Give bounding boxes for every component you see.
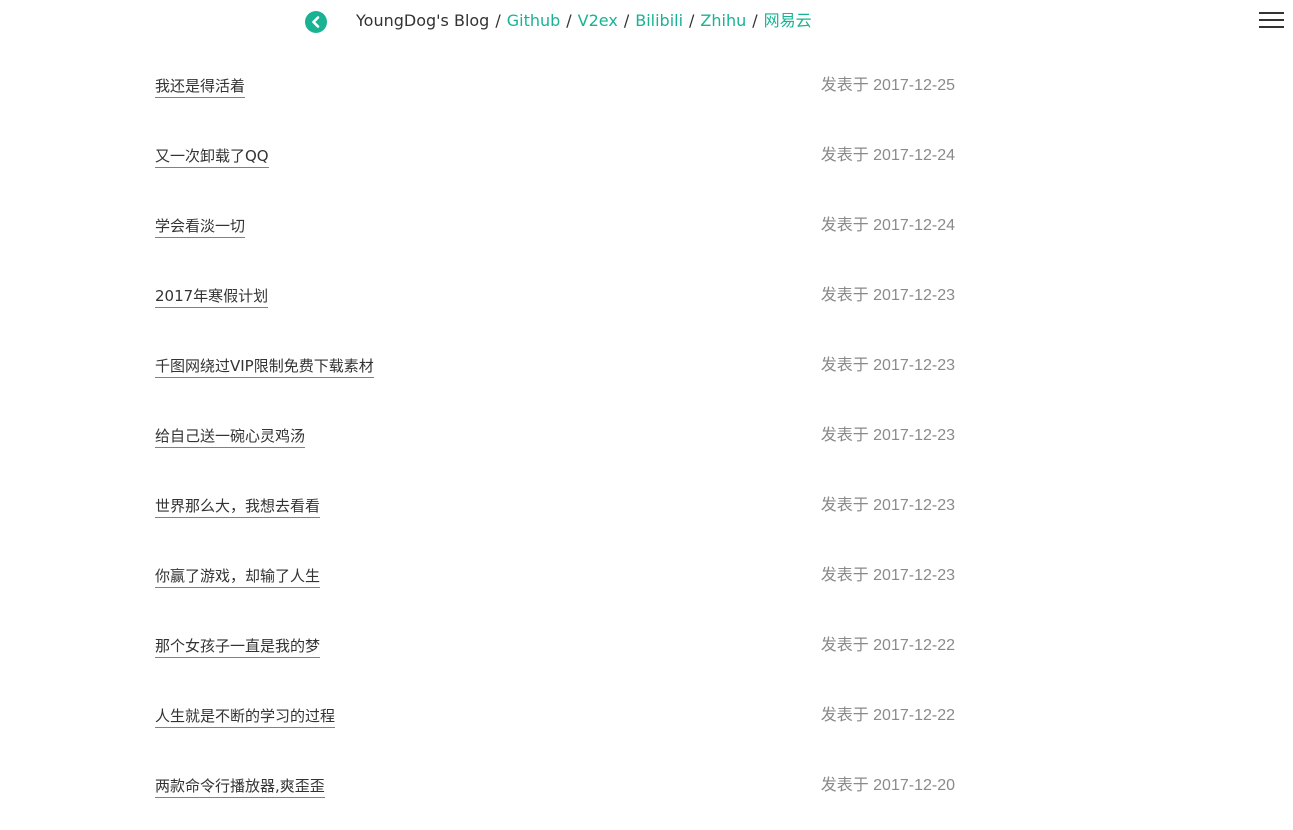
post-date: 发表于 2017-12-23 xyxy=(820,497,955,514)
post-list-item: 人生就是不断的学习的过程 发表于 2017-12-22 xyxy=(155,690,955,760)
breadcrumb: YoungDog's Blog / Github / V2ex / Bilibi… xyxy=(356,11,812,31)
post-list-item: 千图网绕过VIP限制免费下载素材 发表于 2017-12-23 xyxy=(155,340,955,410)
post-list-item: 那个女孩子一直是我的梦 发表于 2017-12-22 xyxy=(155,620,955,690)
post-title-link[interactable]: 我还是得活着 xyxy=(155,75,246,98)
post-title-link[interactable]: 那个女孩子一直是我的梦 xyxy=(155,635,321,658)
post-date: 发表于 2017-12-24 xyxy=(820,147,955,164)
menu-bar xyxy=(1259,12,1284,14)
post-list-item: 2017年寒假计划 发表于 2017-12-23 xyxy=(155,270,955,340)
post-title-link[interactable]: 你赢了游戏，却输了人生 xyxy=(155,565,321,588)
back-icon[interactable] xyxy=(305,11,327,33)
top-navigation: YoungDog's Blog / Github / V2ex / Bilibi… xyxy=(0,0,1293,44)
post-list-item: 你赢了游戏，却输了人生 发表于 2017-12-23 xyxy=(155,550,955,620)
post-title-link[interactable]: 两款命令行播放器,爽歪歪 xyxy=(155,775,325,798)
post-title-link[interactable]: 世界那么大，我想去看看 xyxy=(155,495,321,518)
menu-bar xyxy=(1259,26,1284,28)
post-title-link[interactable]: 学会看淡一切 xyxy=(155,215,246,238)
post-date: 发表于 2017-12-22 xyxy=(820,637,955,654)
post-list-item: 学会看淡一切 发表于 2017-12-24 xyxy=(155,200,955,270)
breadcrumb-separator: / xyxy=(566,11,572,30)
post-list-item: 我还是得活着 发表于 2017-12-25 xyxy=(155,60,955,130)
post-title-link[interactable]: 人生就是不断的学习的过程 xyxy=(155,705,336,728)
post-date: 发表于 2017-12-23 xyxy=(820,427,955,444)
breadcrumb-separator: / xyxy=(623,11,630,30)
hamburger-menu-icon[interactable] xyxy=(1259,12,1284,29)
post-date: 发表于 2017-12-23 xyxy=(820,357,955,374)
breadcrumb-separator: / xyxy=(689,11,695,30)
post-title-link[interactable]: 给自己送一碗心灵鸡汤 xyxy=(155,425,306,448)
post-list-item: 两款命令行播放器,爽歪歪 发表于 2017-12-20 xyxy=(155,760,955,830)
post-list-item: 世界那么大，我想去看看 发表于 2017-12-23 xyxy=(155,480,955,550)
post-list: 我还是得活着 发表于 2017-12-25 又一次卸载了QQ 发表于 2017-… xyxy=(155,60,955,830)
menu-bar xyxy=(1259,19,1284,21)
bilibili-link[interactable]: Bilibili xyxy=(635,11,683,31)
post-title-link[interactable]: 2017年寒假计划 xyxy=(155,285,269,308)
zhihu-link[interactable]: Zhihu xyxy=(700,11,746,31)
post-list-item: 给自己送一碗心灵鸡汤 发表于 2017-12-23 xyxy=(155,410,955,480)
post-date: 发表于 2017-12-23 xyxy=(820,567,955,584)
post-title-link[interactable]: 千图网绕过VIP限制免费下载素材 xyxy=(155,355,374,378)
breadcrumb-separator: / xyxy=(495,11,501,30)
site-title: YoungDog's Blog xyxy=(356,11,490,30)
post-title-link[interactable]: 又一次卸载了QQ xyxy=(155,145,269,168)
github-link[interactable]: Github xyxy=(507,11,561,31)
post-date: 发表于 2017-12-22 xyxy=(820,707,955,724)
post-date: 发表于 2017-12-25 xyxy=(820,77,955,94)
breadcrumb-separator: / xyxy=(752,11,758,30)
post-date: 发表于 2017-12-20 xyxy=(820,777,955,794)
post-date: 发表于 2017-12-24 xyxy=(820,217,955,234)
v2ex-link[interactable]: V2ex xyxy=(578,11,618,31)
netease-music-link[interactable]: 网易云 xyxy=(764,11,812,31)
post-list-item: 又一次卸载了QQ 发表于 2017-12-24 xyxy=(155,130,955,200)
post-date: 发表于 2017-12-23 xyxy=(820,287,955,304)
